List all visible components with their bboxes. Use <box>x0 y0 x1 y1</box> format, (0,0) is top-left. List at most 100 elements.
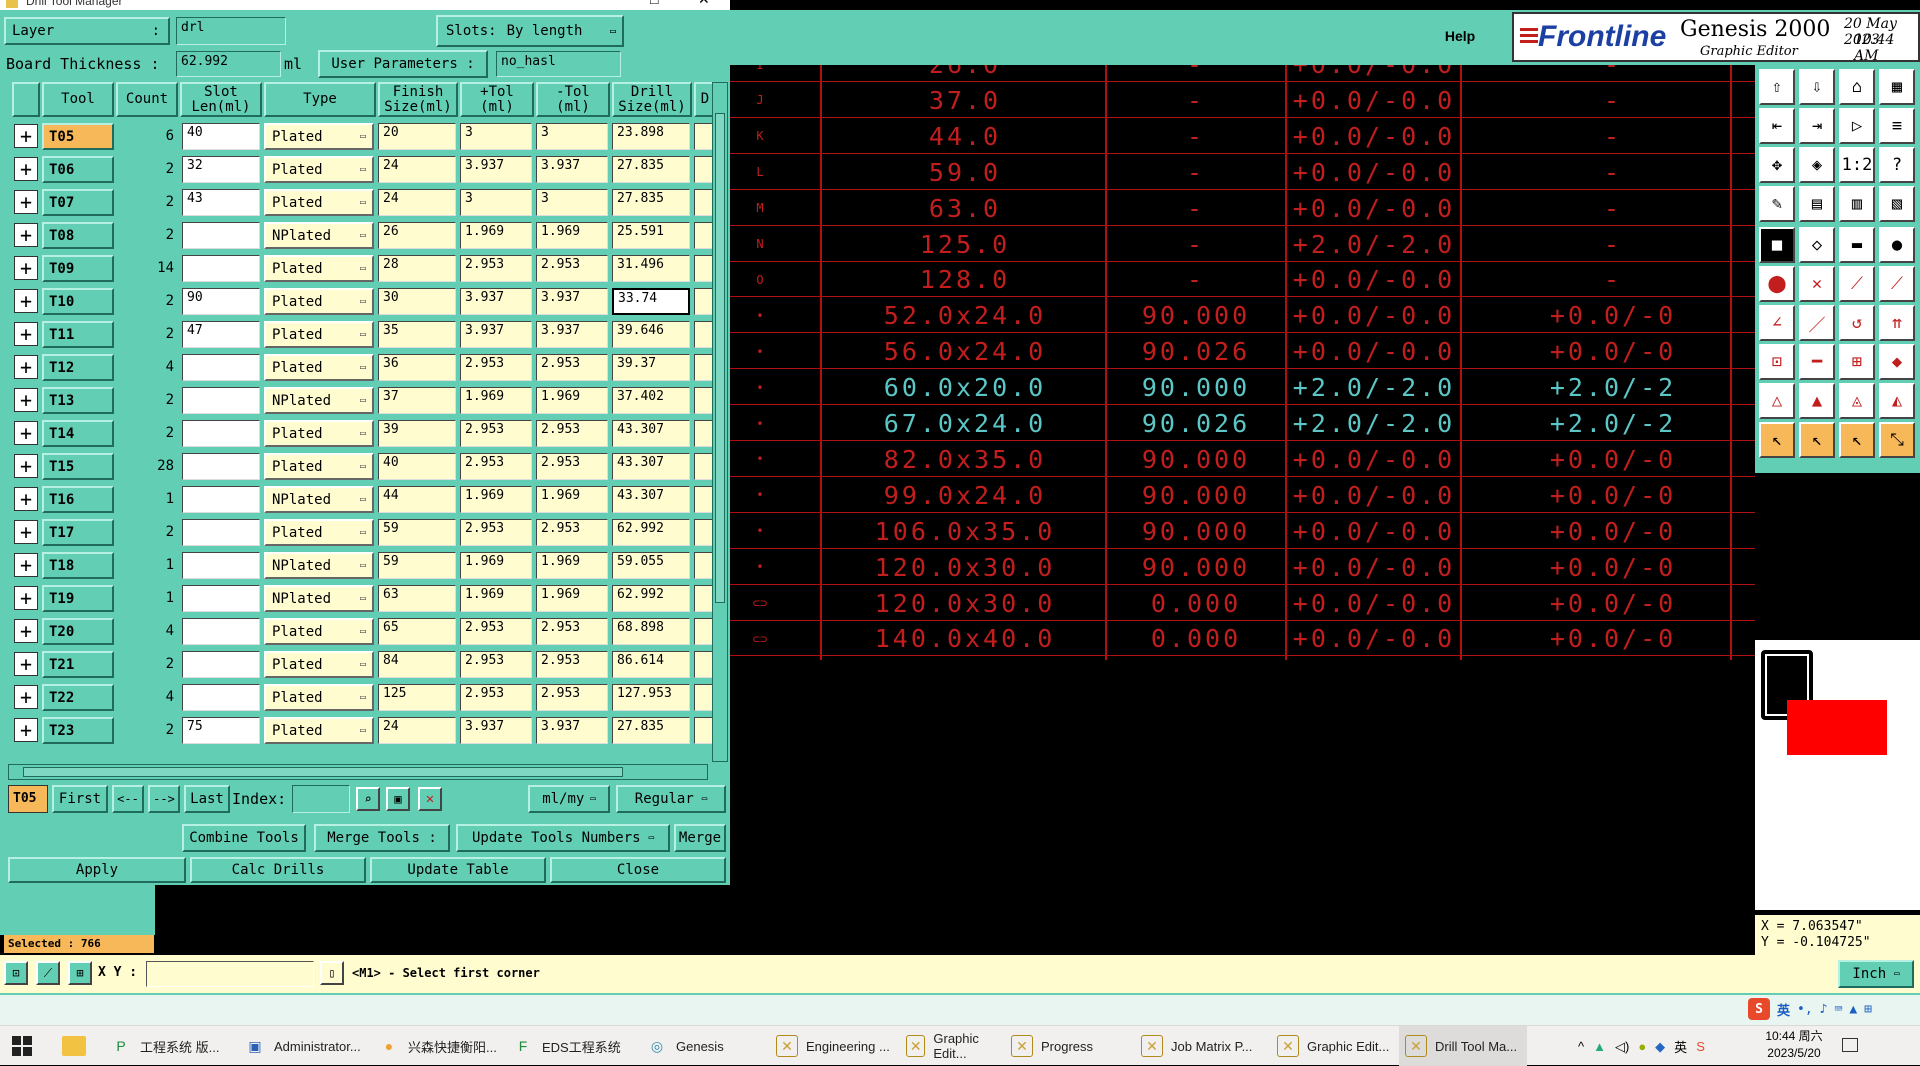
graphic-canvas[interactable]: I26.0-+0.0/-0.0-J37.0-+0.0/-0.0-K44.0-+0… <box>730 65 1755 660</box>
tool-home-icon[interactable]: ⌂ <box>1839 69 1875 105</box>
tool-triangle2-icon[interactable]: ▲ <box>1799 383 1835 419</box>
grid-icon[interactable]: ⊞ <box>68 961 92 985</box>
finish-size-input[interactable]: 36 <box>378 354 456 381</box>
plus-tol-input[interactable]: 2.953 <box>460 684 532 711</box>
type-selector[interactable]: Plated ▭ <box>264 321 374 348</box>
type-selector[interactable]: NPlated ▭ <box>264 585 374 612</box>
user-parameters-field[interactable]: no_hasl <box>496 51 621 77</box>
tool-dash-icon[interactable]: ━ <box>1799 344 1835 380</box>
overview-viewport[interactable] <box>1787 700 1887 755</box>
type-selector[interactable]: Plated ▭ <box>264 651 374 678</box>
punctuation-icon[interactable]: •, <box>1797 1002 1813 1017</box>
pause-icon[interactable]: ▯ <box>320 961 344 985</box>
tool-cell[interactable]: T20 <box>42 618 114 645</box>
drill-size-input[interactable]: 68.898 <box>612 618 690 645</box>
minus-tol-input[interactable]: 2.953 <box>536 684 608 711</box>
slot-length-input[interactable] <box>182 255 260 282</box>
tool-pointer3-icon[interactable]: ↖ <box>1839 422 1875 458</box>
minus-tol-input[interactable]: 2.953 <box>536 354 608 381</box>
drill-size-input[interactable]: 62.992 <box>612 585 690 612</box>
index-field[interactable] <box>292 785 350 813</box>
slot-length-input[interactable] <box>182 519 260 546</box>
tool-cell[interactable]: T12 <box>42 354 114 381</box>
tool-matrix-icon[interactable]: ▧ <box>1879 186 1915 222</box>
tray-app3-icon[interactable]: ◆ <box>1655 1039 1665 1055</box>
xy-input[interactable] <box>146 961 314 987</box>
d-cell[interactable] <box>694 222 712 249</box>
finish-size-input[interactable]: 125 <box>378 684 456 711</box>
finish-size-input[interactable]: 28 <box>378 255 456 282</box>
tool-cell[interactable]: T05 <box>42 123 114 150</box>
next-button[interactable]: --> <box>148 785 180 813</box>
tool-panel-icon[interactable]: ▦ <box>1879 69 1915 105</box>
finish-size-input[interactable]: 40 <box>378 453 456 480</box>
expand-icon[interactable]: + <box>14 487 38 511</box>
d-cell[interactable] <box>694 156 712 183</box>
plus-tol-input[interactable]: 2.953 <box>460 519 532 546</box>
calc-drills-button[interactable]: Calc Drills <box>190 857 366 883</box>
expand-icon[interactable]: + <box>14 322 38 346</box>
d-cell[interactable] <box>694 717 712 744</box>
plus-tol-input[interactable]: 1.969 <box>460 387 532 414</box>
board-thickness-field[interactable]: 62.992 <box>176 51 281 77</box>
drill-size-input[interactable]: 27.835 <box>612 717 690 744</box>
tool-connect-icon[interactable]: ⬤ <box>1759 266 1795 302</box>
tool-cell[interactable]: T07 <box>42 189 114 216</box>
taskbar-item[interactable]: ✕ Graphic Edit... <box>1271 1026 1399 1066</box>
finish-size-input[interactable]: 59 <box>378 552 456 579</box>
slot-length-input[interactable] <box>182 552 260 579</box>
taskbar-item[interactable]: ✕ Job Matrix P... <box>1135 1026 1271 1066</box>
finish-size-input[interactable]: 30 <box>378 288 456 315</box>
slot-length-input[interactable]: 40 <box>182 123 260 150</box>
tool-up-icon[interactable]: ⇧ <box>1759 69 1795 105</box>
slot-length-input[interactable] <box>182 387 260 414</box>
d-cell[interactable] <box>694 189 712 216</box>
drill-size-input[interactable]: 43.307 <box>612 453 690 480</box>
d-cell[interactable] <box>694 420 712 447</box>
clock[interactable]: 10:44 周六 2023/5/20 <box>1754 1028 1834 1062</box>
drill-size-input[interactable]: 23.898 <box>612 123 690 150</box>
help-button[interactable]: Help <box>1430 22 1490 50</box>
minus-tol-input[interactable]: 3.937 <box>536 321 608 348</box>
tool-line2-icon[interactable]: ⟋ <box>1879 266 1915 302</box>
plus-tol-input[interactable]: 1.969 <box>460 486 532 513</box>
tool-shape-icon[interactable]: ◆ <box>1879 344 1915 380</box>
horizontal-scrollbar[interactable] <box>8 764 708 780</box>
apply-button[interactable]: Apply <box>8 857 186 883</box>
tool-scale-icon[interactable]: 1:2 <box>1839 147 1875 183</box>
finish-size-input[interactable]: 37 <box>378 387 456 414</box>
tool-pad-icon[interactable]: ● <box>1879 227 1915 263</box>
slot-length-input[interactable]: 47 <box>182 321 260 348</box>
taskbar-item[interactable]: ✕ Engineering ... <box>770 1026 900 1066</box>
plus-tol-input[interactable]: 2.953 <box>460 651 532 678</box>
expand-icon[interactable]: + <box>14 355 38 379</box>
overview-map[interactable] <box>1755 640 1920 910</box>
tool-arrow-icon[interactable]: ⇈ <box>1879 305 1915 341</box>
ime-toolbar[interactable]: S 英 •, ♪ ⌨ ▲ ⊞ <box>1748 997 1916 1021</box>
tool-cell[interactable]: T17 <box>42 519 114 546</box>
drill-size-input[interactable]: 59.055 <box>612 552 690 579</box>
drill-size-input[interactable]: 27.835 <box>612 156 690 183</box>
plus-tol-input[interactable]: 2.953 <box>460 618 532 645</box>
slot-length-input[interactable] <box>182 684 260 711</box>
finish-size-input[interactable]: 26 <box>378 222 456 249</box>
plus-tol-input[interactable]: 3.937 <box>460 156 532 183</box>
slot-length-input[interactable]: 75 <box>182 717 260 744</box>
tool-select-shape-icon[interactable]: ◇ <box>1799 227 1835 263</box>
slot-length-input[interactable] <box>182 354 260 381</box>
d-cell[interactable] <box>694 486 712 513</box>
d-cell[interactable] <box>694 585 712 612</box>
plus-tol-input[interactable]: 2.953 <box>460 255 532 282</box>
type-selector[interactable]: Plated ▭ <box>264 123 374 150</box>
slot-length-input[interactable]: 43 <box>182 189 260 216</box>
expand-icon[interactable]: + <box>14 388 38 412</box>
zoom-icon[interactable]: ⊡ <box>4 961 28 985</box>
drill-size-input[interactable]: 33.74 <box>612 288 690 315</box>
minus-tol-input[interactable]: 1.969 <box>536 222 608 249</box>
finish-size-input[interactable]: 84 <box>378 651 456 678</box>
tool-pointer4-icon[interactable]: ⤡ <box>1879 422 1915 458</box>
plus-tol-input[interactable]: 3.937 <box>460 717 532 744</box>
tray-lang[interactable]: 英 <box>1674 1037 1687 1056</box>
slot-length-input[interactable] <box>182 585 260 612</box>
tool-triangle-icon[interactable]: △ <box>1759 383 1795 419</box>
